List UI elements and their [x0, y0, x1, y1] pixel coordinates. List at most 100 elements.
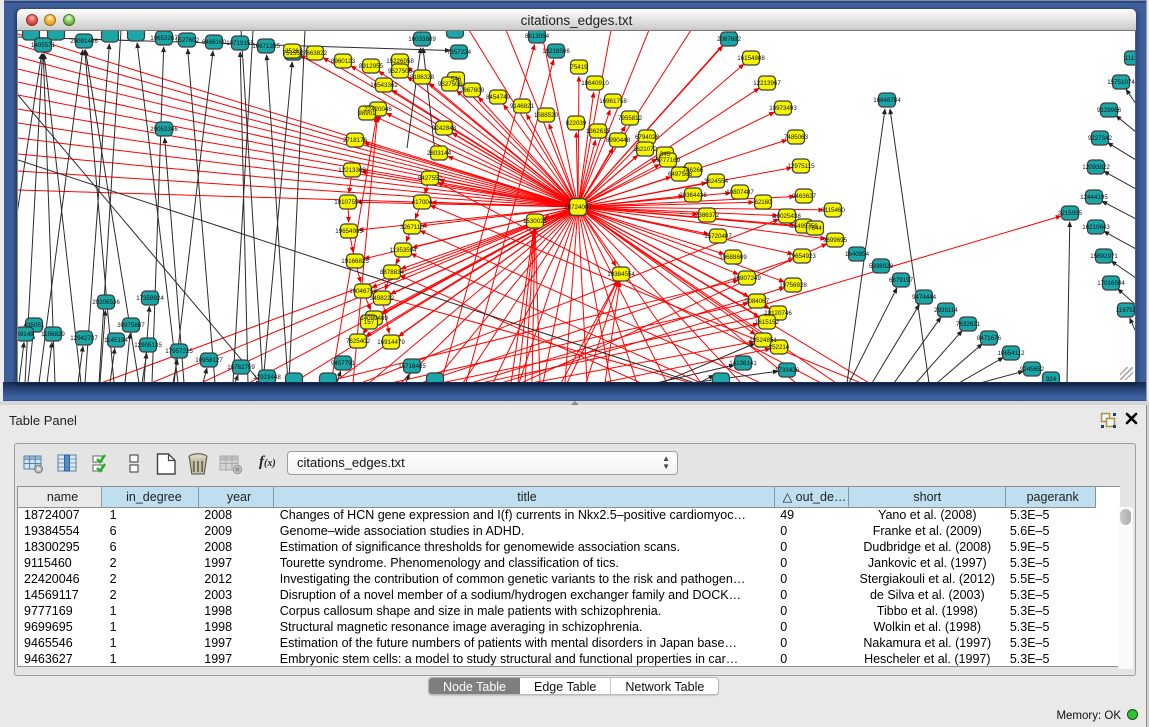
svg-text:10719155: 10719155 — [226, 40, 254, 47]
svg-text:1615152: 1615152 — [755, 319, 780, 326]
svg-text:3267110: 3267110 — [400, 224, 424, 231]
svg-text:8960123: 8960123 — [331, 58, 356, 65]
svg-text:7632621: 7632621 — [956, 321, 981, 328]
svg-text:20206536: 20206536 — [92, 299, 120, 306]
svg-text:10688609: 10688609 — [719, 254, 747, 261]
svg-text:8813054: 8813054 — [525, 33, 550, 40]
svg-text:18724007: 18724007 — [564, 204, 592, 211]
svg-text:8186328: 8186328 — [410, 74, 435, 81]
svg-text:9084067: 9084067 — [745, 298, 770, 305]
svg-text:116753: 116753 — [1116, 307, 1135, 314]
svg-text:1588520: 1588520 — [534, 112, 559, 119]
svg-text:10107554: 10107554 — [334, 199, 362, 206]
svg-text:1156829: 1156829 — [41, 331, 65, 338]
svg-text:9699695: 9699695 — [823, 237, 848, 244]
svg-text:10973493: 10973493 — [769, 105, 797, 112]
svg-text:18807249: 18807249 — [733, 275, 761, 282]
svg-text:7955812: 7955812 — [618, 115, 643, 122]
svg-text:5938928: 5938928 — [869, 263, 894, 270]
svg-text:7485063: 7485063 — [784, 134, 809, 141]
svg-text:6879197: 6879197 — [889, 277, 914, 284]
svg-text:9115460: 9115460 — [821, 207, 845, 214]
svg-text:252214: 252214 — [769, 344, 790, 351]
svg-text:10654112: 10654112 — [997, 350, 1025, 357]
svg-text:12093822: 12093822 — [1082, 164, 1110, 171]
svg-text:20053346: 20053346 — [150, 126, 178, 133]
svg-text:15720407: 15720407 — [704, 233, 732, 240]
svg-text:8427552: 8427552 — [418, 175, 443, 182]
svg-text:3498222: 3498222 — [370, 295, 395, 302]
svg-text:18640910: 18640910 — [581, 80, 609, 87]
svg-text:62160: 62160 — [754, 199, 772, 206]
svg-text:2386372: 2386372 — [695, 212, 720, 219]
svg-text:10807487: 10807487 — [726, 189, 754, 196]
svg-text:16033809: 16033809 — [408, 36, 436, 43]
svg-text:9146821: 9146821 — [510, 103, 535, 110]
svg-text:1145194: 1145194 — [104, 337, 128, 344]
svg-text:12213967: 12213967 — [753, 80, 781, 87]
svg-text:8878834: 8878834 — [380, 269, 405, 276]
svg-text:3526: 3526 — [285, 48, 299, 55]
svg-text:19756928: 19756928 — [779, 282, 807, 289]
svg-text:16671355: 16671355 — [252, 43, 280, 50]
svg-text:6794028: 6794028 — [635, 134, 660, 141]
svg-text:1362615: 1362615 — [586, 128, 611, 135]
svg-text:98901: 98901 — [358, 110, 376, 117]
svg-text:12923448: 12923448 — [253, 374, 281, 381]
svg-text:3215955: 3215955 — [1058, 210, 1083, 217]
svg-text:10120746: 10120746 — [764, 310, 792, 317]
svg-text:12444195: 12444195 — [1080, 194, 1108, 201]
svg-text:6497568: 6497568 — [668, 171, 693, 178]
svg-text:14136141: 14136141 — [729, 360, 757, 367]
svg-text:17016504: 17016504 — [1097, 280, 1125, 287]
svg-text:2087682: 2087682 — [717, 36, 742, 43]
svg-text:924: 924 — [1046, 376, 1057, 382]
svg-text:11123: 11123 — [1125, 55, 1135, 62]
svg-text:19384554: 19384554 — [607, 271, 635, 278]
svg-text:7625402: 7625402 — [346, 338, 371, 345]
svg-text:75419: 75419 — [570, 64, 588, 71]
svg-text:9463627: 9463627 — [792, 193, 817, 200]
svg-text:19654985: 19654985 — [335, 228, 363, 235]
svg-text:417004: 417004 — [412, 199, 433, 206]
svg-text:12213369: 12213369 — [338, 167, 366, 174]
svg-text:1530021: 1530021 — [523, 218, 548, 225]
svg-text:16154808: 16154808 — [737, 55, 765, 62]
svg-text:1527602: 1527602 — [175, 37, 200, 44]
svg-text:11353594: 11353594 — [389, 247, 417, 254]
svg-text:15692971: 15692971 — [1090, 253, 1118, 260]
svg-text:15751074: 15751074 — [1107, 79, 1135, 86]
svg-text:822039: 822039 — [566, 120, 587, 127]
svg-text:19524851: 19524851 — [749, 337, 777, 344]
svg-text:17359924: 17359924 — [136, 295, 164, 302]
svg-text:9245652: 9245652 — [1020, 366, 1045, 373]
svg-text:12905135: 12905135 — [134, 342, 162, 349]
svg-text:1640954: 1640954 — [845, 251, 870, 258]
svg-text:2803144: 2803144 — [427, 150, 452, 157]
svg-text:435051: 435051 — [24, 322, 45, 329]
svg-text:8454749: 8454749 — [486, 94, 511, 101]
svg-text:16961758: 16961758 — [599, 98, 627, 105]
svg-text:7357224: 7357224 — [447, 49, 472, 56]
svg-text:8471676: 8471676 — [977, 335, 1002, 342]
svg-text:20091406: 20091406 — [70, 38, 98, 45]
svg-text:1405571: 1405571 — [31, 42, 56, 49]
svg-text:16782759: 16782759 — [227, 364, 255, 371]
svg-text:12975115: 12975115 — [787, 163, 815, 170]
svg-text:9227342: 9227342 — [1088, 135, 1113, 142]
svg-text:15716485: 15716485 — [398, 363, 426, 370]
svg-text:3624554: 3624554 — [704, 178, 729, 185]
svg-text:10046756: 10046756 — [349, 288, 377, 295]
svg-text:30975887: 30975887 — [117, 322, 145, 329]
svg-text:6466160: 6466160 — [202, 39, 227, 46]
svg-text:16543362: 16543362 — [370, 82, 398, 89]
svg-text:15226058: 15226058 — [386, 58, 414, 65]
svg-text:9474444: 9474444 — [912, 294, 937, 301]
svg-text:2718176: 2718176 — [343, 137, 368, 144]
svg-text:19166825: 19166825 — [341, 258, 369, 265]
svg-text:20364436: 20364436 — [679, 192, 707, 199]
svg-text:2935114: 2935114 — [934, 307, 958, 314]
svg-text:9777169: 9777169 — [656, 157, 681, 164]
svg-text:8912955: 8912955 — [359, 63, 384, 70]
svg-text:157: 157 — [364, 319, 375, 326]
